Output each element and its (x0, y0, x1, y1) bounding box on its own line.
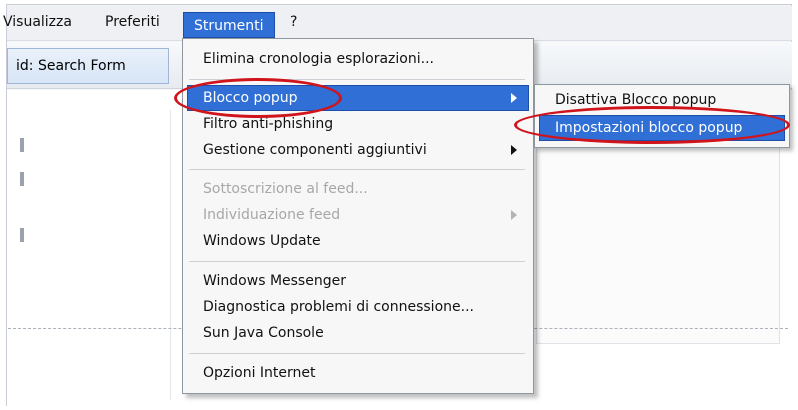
menu-bar: Visualizza Preferiti Strumenti ? (3, 6, 792, 41)
menu-strumenti[interactable]: Strumenti (183, 12, 275, 38)
submenu-arrow-icon (511, 93, 517, 103)
screenshot: Visualizza Preferiti Strumenti ? id: Sea… (0, 0, 798, 410)
fragment-mark (20, 228, 24, 242)
menu-item-individuazione-feed: Individuazione feed (203, 207, 341, 223)
menu-item-opzioni-internet[interactable]: Opzioni Internet (203, 361, 316, 385)
left-pane (8, 110, 171, 400)
strumenti-menu: Elimina cronologia esplorazioni... Blocc… (182, 38, 534, 394)
menu-item-impostazioni-blocco[interactable]: Impostazioni blocco popup (555, 116, 742, 140)
menu-visualizza[interactable]: Visualizza (3, 14, 72, 30)
menu-item-sun-java-console[interactable]: Sun Java Console (203, 321, 324, 345)
menu-item-elimina-cronologia[interactable]: Elimina cronologia esplorazioni... (203, 47, 434, 71)
menu-help[interactable]: ? (290, 14, 297, 30)
submenu-arrow-icon (511, 145, 517, 155)
menu-item-blocco-popup[interactable]: Blocco popup (203, 86, 298, 110)
page-panel (536, 124, 780, 344)
blocco-popup-submenu: Disattiva Blocco popup Impostazioni bloc… (534, 84, 790, 148)
menu-separator (189, 169, 525, 170)
menu-separator (189, 261, 525, 262)
fragment-mark (20, 172, 24, 186)
browser-tab[interactable]: id: Search Form (7, 48, 169, 84)
menu-item-filtro-anti-phishing[interactable]: Filtro anti-phishing (203, 112, 333, 136)
menu-item-disattiva-blocco[interactable]: Disattiva Blocco popup (555, 88, 716, 112)
menu-separator (189, 79, 525, 80)
menu-preferiti[interactable]: Preferiti (105, 14, 160, 30)
submenu-arrow-icon (511, 210, 517, 220)
fragment-mark (20, 138, 24, 152)
menu-item-sottoscrizione-feed: Sottoscrizione al feed... (203, 181, 368, 197)
menu-separator (189, 353, 525, 354)
menu-item-windows-messenger[interactable]: Windows Messenger (203, 269, 346, 293)
menu-item-diagnostica[interactable]: Diagnostica problemi di connessione... (203, 295, 474, 319)
menu-item-gestione-componenti[interactable]: Gestione componenti aggiuntivi (203, 138, 427, 162)
menu-item-windows-update[interactable]: Windows Update (203, 229, 321, 253)
browser-tab-label: id: Search Form (16, 58, 126, 74)
